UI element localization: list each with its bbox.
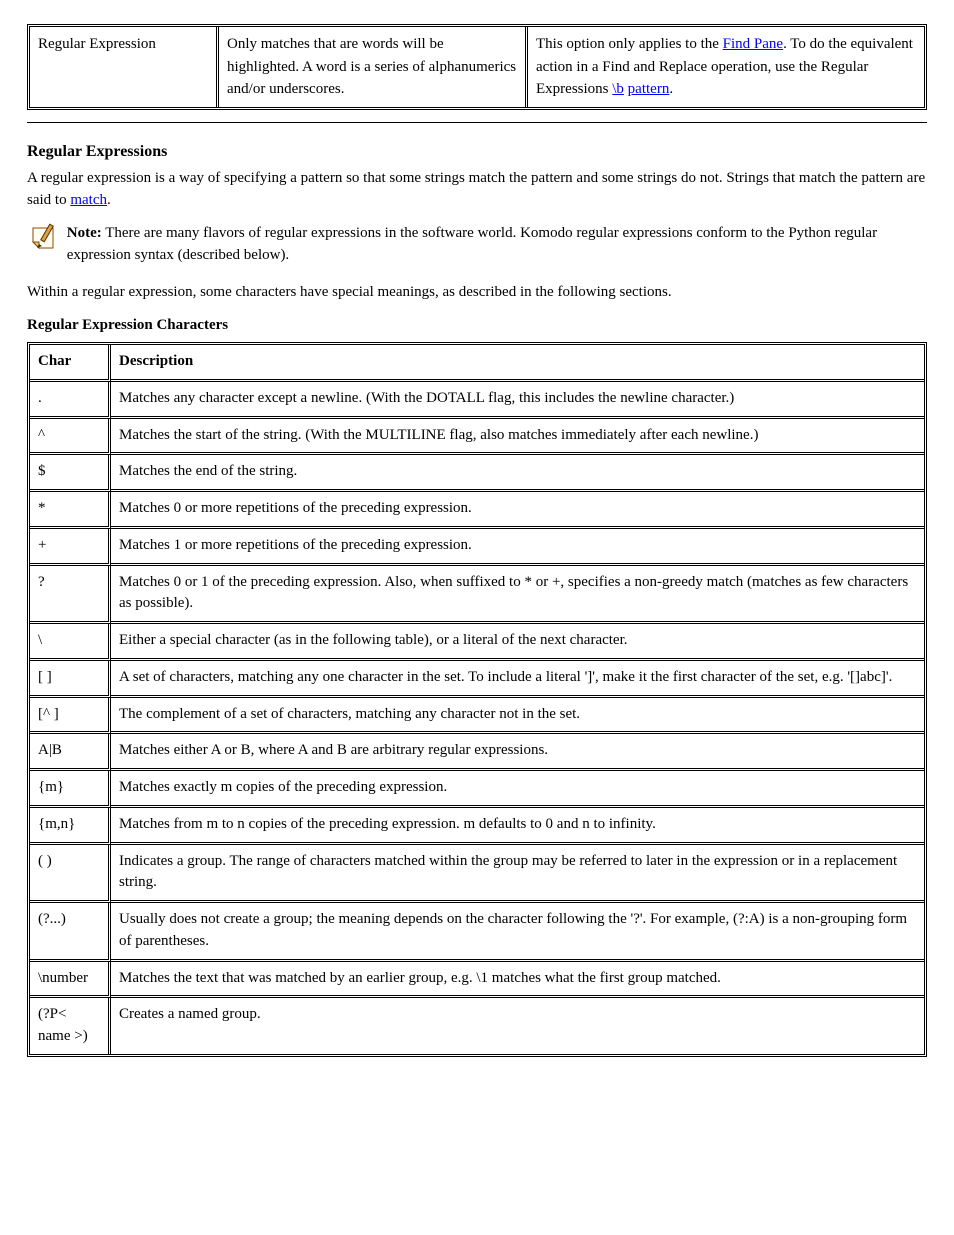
table-row: \Either a special character (as in the f…: [30, 624, 924, 661]
cell-char: (?...): [30, 903, 111, 962]
text: Regular Expression: [38, 36, 156, 52]
cell-description: Matches exactly m copies of the precedin…: [111, 771, 924, 808]
cell-char: ?: [30, 566, 111, 625]
cell-regex-label: Regular Expression: [30, 27, 219, 107]
cell-char: A|B: [30, 734, 111, 771]
cell-description: A set of characters, matching any one ch…: [111, 661, 924, 698]
section-title-regular-expressions: Regular Expressions: [27, 143, 927, 161]
cell-note: This option only applies to the Find Pan…: [528, 27, 924, 107]
cell-description: Matches the text that was matched by an …: [111, 962, 924, 999]
text: There are many flavors of regular expres…: [67, 225, 877, 264]
cell-char: {m}: [30, 771, 111, 808]
note-block: Note: There are many flavors of regular …: [27, 222, 927, 267]
table-row: A|BMatches either A or B, where A and B …: [30, 734, 924, 771]
cell-description: Matches 0 or more repetitions of the pre…: [111, 492, 924, 529]
cell-description: Matches 0 or 1 of the preceding expressi…: [111, 566, 924, 625]
table-row: {m}Matches exactly m copies of the prece…: [30, 771, 924, 808]
cell-char: {m,n}: [30, 808, 111, 845]
table-header-row: Char Description: [30, 345, 924, 382]
text: Within a regular expression, some charac…: [27, 284, 672, 300]
table-row: Regular Expression Only matches that are…: [30, 27, 924, 107]
cell-description: Matches the end of the string.: [111, 455, 924, 492]
table-row: [ ]A set of characters, matching any one…: [30, 661, 924, 698]
cell-char: $: [30, 455, 111, 492]
cell-char: [ ]: [30, 661, 111, 698]
cell-description: The complement of a set of characters, m…: [111, 698, 924, 735]
table-row: {m,n}Matches from m to n copies of the p…: [30, 808, 924, 845]
note-icon: [27, 222, 59, 254]
paragraph: Within a regular expression, some charac…: [27, 281, 927, 304]
section-divider: [27, 122, 927, 123]
table-row: $Matches the end of the string.: [30, 455, 924, 492]
table-row: ^Matches the start of the string. (With …: [30, 419, 924, 456]
table-row: ( )Indicates a group. The range of chara…: [30, 845, 924, 904]
cell-description: Only matches that are words will be high…: [219, 27, 528, 107]
cell-description: Matches 1 or more repetitions of the pre…: [111, 529, 924, 566]
text: A regular expression is a way of specify…: [27, 170, 925, 209]
cell-description: Either a special character (as in the fo…: [111, 624, 924, 661]
header-char: Char: [30, 345, 111, 382]
cell-description: Usually does not create a group; the mea…: [111, 903, 924, 962]
table-row: \numberMatches the text that was matched…: [30, 962, 924, 999]
text: .: [107, 192, 111, 208]
find-pane-link[interactable]: Find Pane: [723, 36, 783, 52]
paragraph: A regular expression is a way of specify…: [27, 167, 927, 212]
cell-description: Matches from m to n copies of the preced…: [111, 808, 924, 845]
regex-characters-table: Char Description .Matches any character …: [27, 342, 927, 1057]
text: Only matches that are words will be high…: [227, 36, 516, 97]
text: This option only applies to the: [536, 36, 723, 52]
header-table: Regular Expression Only matches that are…: [27, 24, 927, 110]
cell-description: Matches either A or B, where A and B are…: [111, 734, 924, 771]
table-row: ?Matches 0 or 1 of the preceding express…: [30, 566, 924, 625]
cell-char: [^ ]: [30, 698, 111, 735]
table-row: .Matches any character except a newline.…: [30, 382, 924, 419]
table-row: (?...)Usually does not create a group; t…: [30, 903, 924, 962]
cell-char: *: [30, 492, 111, 529]
cell-char: (?P< name >): [30, 998, 111, 1054]
cell-char: ^: [30, 419, 111, 456]
regex-chars-heading: Regular Expression Characters: [27, 317, 927, 334]
cell-char: \number: [30, 962, 111, 999]
cell-description: Creates a named group.: [111, 998, 924, 1054]
cell-char: +: [30, 529, 111, 566]
header-description: Description: [111, 345, 924, 382]
pattern-link[interactable]: pattern: [628, 81, 670, 97]
cell-description: Matches the start of the string. (With t…: [111, 419, 924, 456]
match-link[interactable]: match: [70, 192, 107, 208]
text: .: [669, 81, 673, 97]
cell-description: Indicates a group. The range of characte…: [111, 845, 924, 904]
cell-description: Matches any character except a newline. …: [111, 382, 924, 419]
table-row: +Matches 1 or more repetitions of the pr…: [30, 529, 924, 566]
cell-char: ( ): [30, 845, 111, 904]
cell-char: \: [30, 624, 111, 661]
word-boundary-link[interactable]: \b: [612, 81, 624, 97]
table-row: (?P< name >)Creates a named group.: [30, 998, 924, 1054]
table-row: *Matches 0 or more repetitions of the pr…: [30, 492, 924, 529]
cell-char: .: [30, 382, 111, 419]
note-text: Note: There are many flavors of regular …: [67, 222, 907, 267]
table-row: [^ ]The complement of a set of character…: [30, 698, 924, 735]
note-label: Note:: [67, 225, 102, 241]
